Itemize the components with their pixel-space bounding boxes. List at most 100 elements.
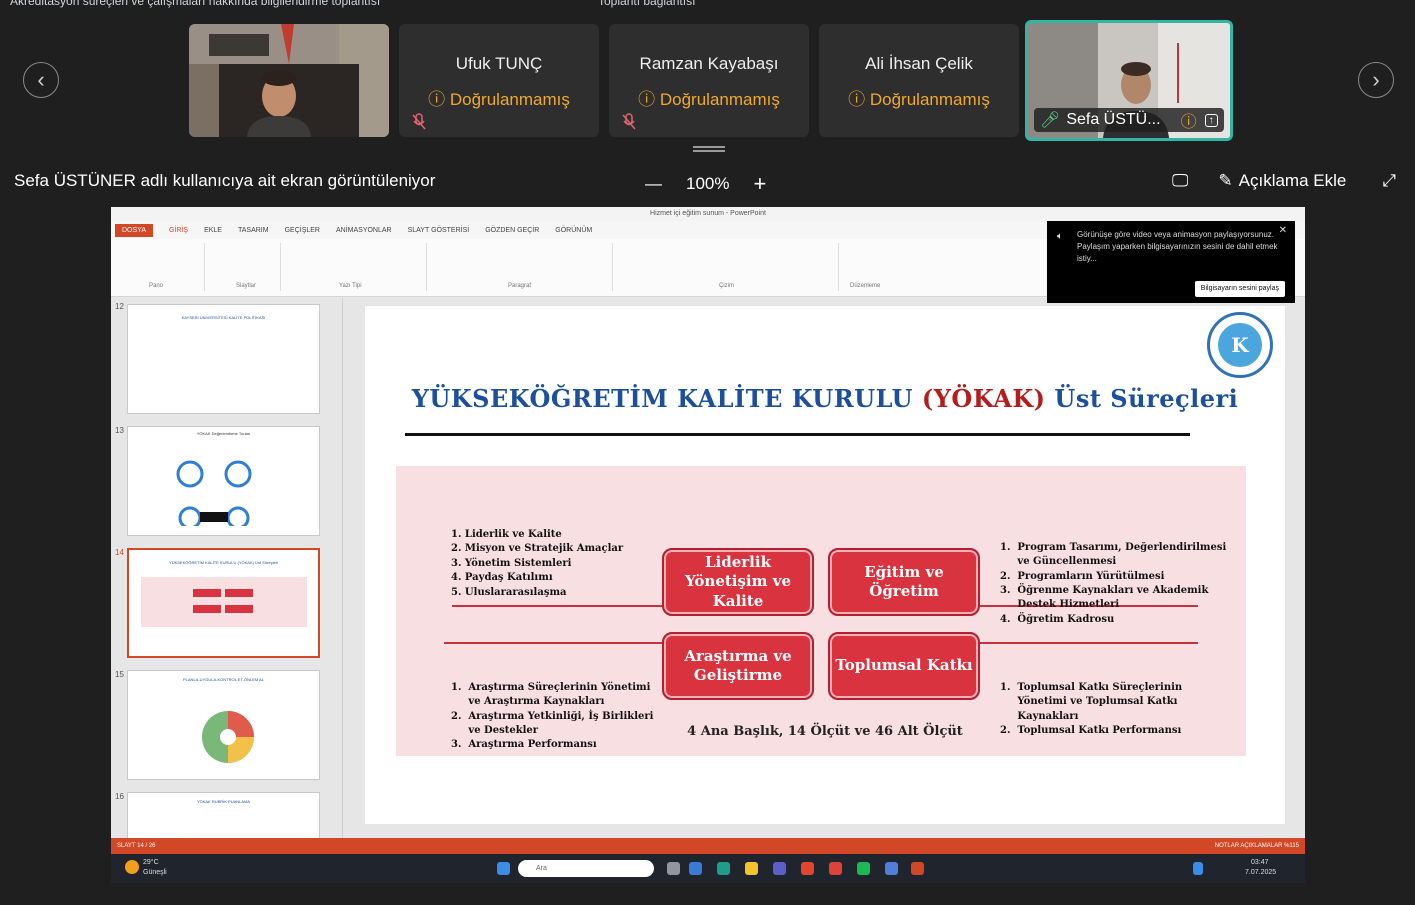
chevron-right-icon: › [1372,67,1380,92]
tab-review[interactable]: GÖZDEN GEÇİR [485,227,539,234]
ribbon-group-clipboard: Pano [119,243,205,291]
audio-share-toast: 🔈︎ ✕ Görünüşe göre video veya animasyon … [1047,221,1295,303]
mic-off-icon [412,113,426,130]
meeting-title: Akreditasyon süreçleri ve çalışmaları ha… [10,0,381,8]
share-audio-button[interactable]: Bilgisayarın sesini paylaş [1194,281,1285,297]
participant-video-feed [189,24,389,137]
mic-off-icon [622,113,636,130]
monitor-icon[interactable]: 🖵︎ [1172,171,1188,191]
tab-design[interactable]: TASARIM [238,227,269,234]
connector-line [452,605,662,607]
tab-file[interactable]: DOSYA [115,223,153,237]
tab-animations[interactable]: ANİMASYONLAR [336,227,392,234]
zoom-in-button[interactable]: + [753,171,766,197]
tab-insert[interactable]: EKLE [204,227,222,234]
participant-label: 🎤︎ Sefa ÜSTÜ... ⓘ ↑ [1034,108,1224,132]
annotate-button[interactable]: Açıklama Ekle [1239,171,1347,191]
ribbon-group-slides: Slaytlar [211,243,281,291]
pop-out-icon[interactable]: ↑ [1204,113,1218,127]
close-icon[interactable]: ✕ [1279,225,1287,237]
copilot-icon[interactable] [689,862,702,875]
box-education: Eğitim ve Öğretim [828,548,980,616]
app-icon[interactable] [885,862,898,875]
process-diagram: Liderlik Yönetişim ve Kalite Eğitim ve Ö… [396,466,1246,756]
zoom-controls: — 100% + [645,171,766,197]
fullscreen-icon[interactable]: ⤢ [1382,171,1396,191]
slide-thumbnail[interactable]: YÖKAK Değerlendirme Turları [127,426,320,536]
resize-handle[interactable] [693,146,725,152]
participant-tile-ali[interactable]: Ali İhsan Çelik ⓘ Doğrulanmamış [819,24,1019,137]
thumbnail-diagram [176,460,252,530]
tab-home[interactable]: GİRİŞ [169,227,188,234]
university-logo: K [1207,312,1273,378]
participant-status: ⓘ Doğrulanmamış [848,90,990,109]
ribbon-group-drawing: Çizim [619,243,839,291]
teams-icon[interactable] [773,862,786,875]
list-leadership: 1. Liderlik ve Kalite 2. Misyon ve Strate… [451,529,624,598]
taskbar-search[interactable]: Ara [518,860,654,877]
mic-on-icon: 🎤︎ [1040,112,1061,129]
weather-icon [125,860,139,874]
clock-time: 03:47 [1251,859,1269,866]
taskview-icon[interactable] [667,862,680,875]
zoom-out-button[interactable]: — [645,174,662,194]
powerpoint-icon[interactable] [911,862,924,875]
question-circle-icon: ⓘ [428,90,450,109]
spotify-icon[interactable] [857,862,870,875]
title-underline [405,433,1190,436]
speaker-icon: 🔈︎ [1057,231,1063,242]
status-right: NOTLAR AÇIKLAMALAR %115 [1214,843,1299,849]
participant-status: ⓘ Doğrulanmamış [428,90,570,109]
thumbnail-diagram [141,577,307,627]
share-toolbar: 🖵︎ ✎ Açıklama Ekle ⤢ [1172,171,1396,191]
shared-screen[interactable]: Hizmet içi eğitim sunum - PowerPoint DOS… [111,207,1305,883]
meeting-link[interactable]: Toplantı bağlantısı [598,0,695,8]
participant-tile-ramzan[interactable]: Ramzan Kayabaşı ⓘ Doğrulanmamış [609,24,809,137]
question-circle-icon: ⓘ [848,90,870,109]
start-icon[interactable] [497,862,510,875]
clock-date: 7.07.2025 [1245,869,1277,876]
connector-line [444,642,662,644]
thumbnail-diagram [202,711,254,763]
prev-participants-button[interactable]: ‹ [23,62,59,98]
chrome-icon[interactable] [801,862,814,875]
notification-icon[interactable] [1193,862,1203,875]
slide-title: YÜKSEKÖĞRETİM KALİTE KURULU (YÖKAK) Üst … [411,384,1239,413]
tab-view[interactable]: GÖRÜNÜM [555,227,592,234]
slide-thumbnail[interactable]: KAYSERİ ÜNİVERSİTESİ KALİTE POLİTİKASI [127,304,320,414]
participant-name: Ali İhsan Çelik [865,54,973,73]
slide-thumbnail-selected[interactable]: YÜKSEKÖĞRETİM KALİTE KURULU (YÖKAK) Üst … [127,548,320,658]
weather-temp: 29°C [143,859,159,866]
question-circle-icon: ⓘ [638,90,660,109]
ribbon-group-paragraph: Paragraf [433,243,613,291]
participant-name: Ramzan Kayabaşı [639,54,779,73]
current-slide[interactable]: K YÜKSEKÖĞRETİM KALİTE KURULU (YÖKAK) Üs… [365,306,1285,824]
participant-name: Ufuk TUNÇ [455,54,543,73]
windows-taskbar: 29°C Güneşli Ara 03:47 7.07.2025 [111,854,1305,883]
annotate-icon: ✎ [1218,171,1233,190]
explorer-icon[interactable] [745,862,758,875]
chevron-left-icon: ‹ [37,67,45,92]
box-social: Toplumsal Katkı [828,632,980,700]
slide-edit-area: K YÜKSEKÖĞRETİM KALİTE KURULU (YÖKAK) Üs… [343,298,1305,838]
tab-slideshow[interactable]: SLAYT GÖSTERİSİ [408,227,470,234]
tab-transitions[interactable]: GEÇİŞLER [285,227,320,234]
participant-video-1[interactable] [189,24,389,137]
ppt-window-title: Hizmet içi eğitim sunum - PowerPoint [111,207,1305,221]
ribbon-group-font: Yazı Tipi [287,243,427,291]
participant-tile-sefa[interactable]: 🎤︎ Sefa ÜSTÜ... ⓘ ↑ [1025,20,1233,141]
participant-status: ⓘ Doğrulanmamış [638,90,780,109]
ppt-status-bar: SLAYT 14 / 26 NOTLAR AÇIKLAMALAR %115 [111,838,1305,854]
participant-tile-ufuk[interactable]: Ufuk TUNÇ ⓘ Doğrulanmamış [399,24,599,137]
box-leadership: Liderlik Yönetişim ve Kalite [662,548,814,616]
toast-message: Görünüşe göre video veya animasyon payla… [1077,230,1278,263]
edge-icon[interactable] [717,862,730,875]
list-education: 1. Program Tasarımı, Değerlendirilmesi v… [1000,541,1227,625]
next-participants-button[interactable]: › [1358,62,1394,98]
slide-thumbnail[interactable]: PLANLA-UYGULA-KONTROL ET-ÖNLEM AL [127,670,320,780]
weather-desc: Güneşli [143,869,167,876]
box-research: Araştırma ve Geliştirme [662,632,814,700]
screen-share-title: Sefa ÜSTÜNER adlı kullanıcıya ait ekran … [14,171,436,190]
chrome-profile-icon[interactable] [829,862,842,875]
list-research: 1. Araştırma Süreçlerinin Yönetimi ve Ar… [451,681,654,751]
